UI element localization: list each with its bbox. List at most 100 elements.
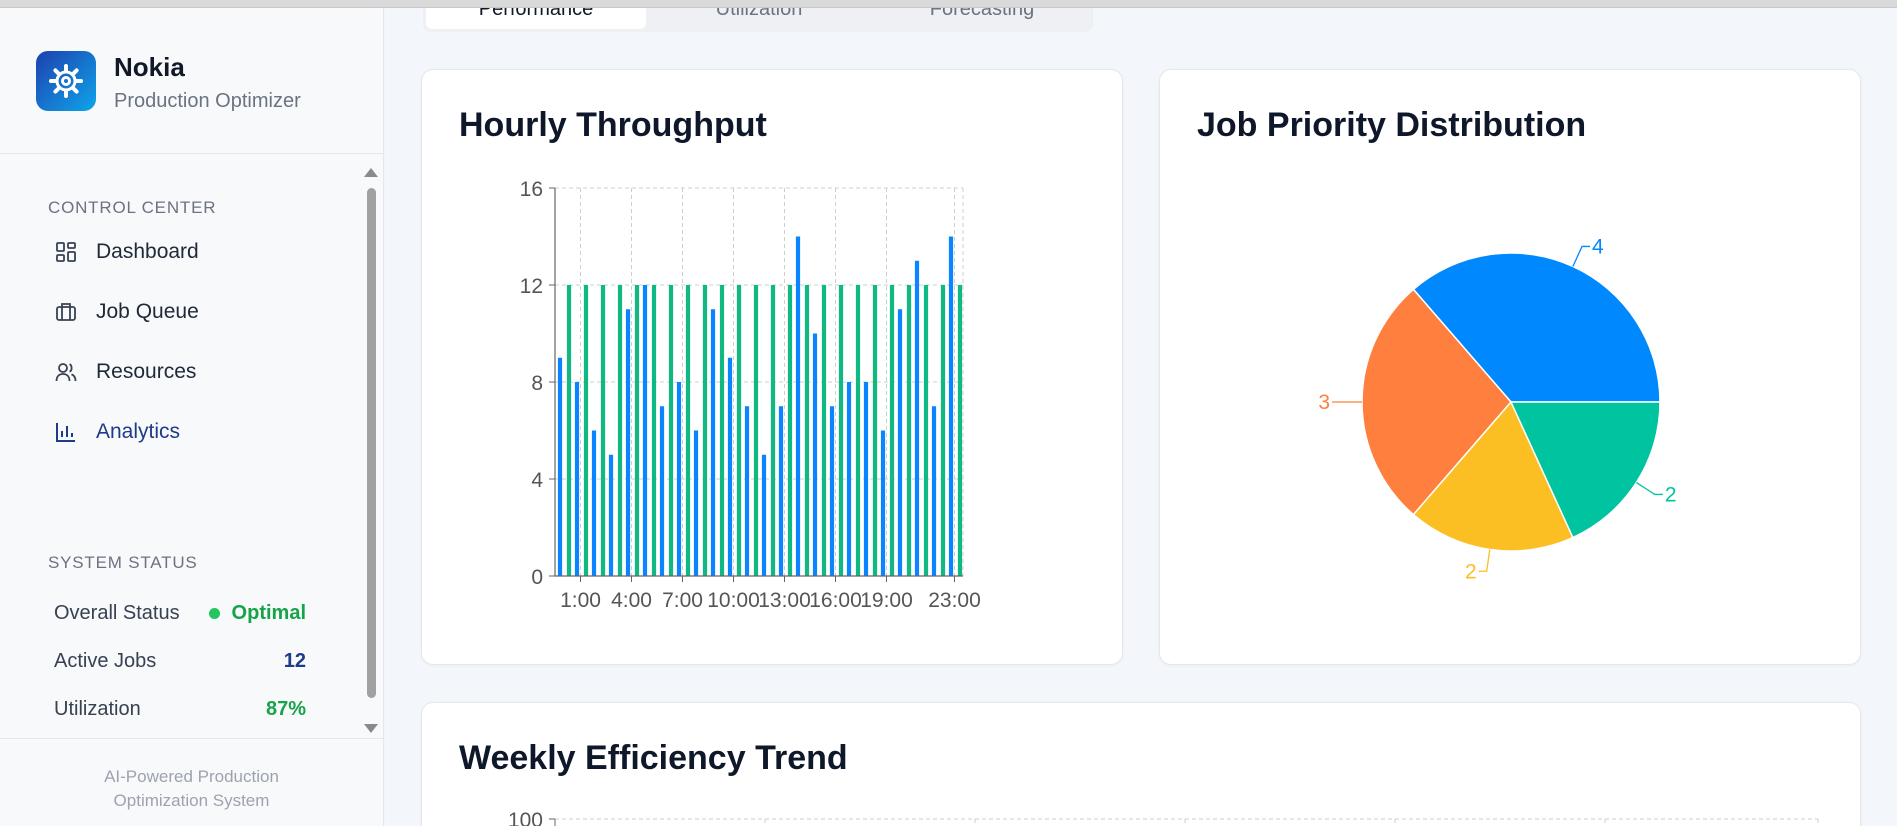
sidebar-scrollbar[interactable]	[362, 158, 380, 738]
bar	[702, 285, 708, 576]
x-tick-label: 7:00	[662, 589, 703, 612]
bar	[821, 285, 827, 576]
pie-label: 2	[1665, 483, 1677, 506]
sidebar-item-job-queue[interactable]: Job Queue	[54, 294, 199, 330]
bar	[872, 285, 878, 576]
status-label: Utilization	[54, 698, 141, 720]
bar	[710, 309, 716, 576]
pie-label: 2	[1465, 560, 1477, 583]
sidebar-footer: AI-Powered Production Optimization Syste…	[0, 738, 383, 826]
x-tick-label: 10:00	[707, 589, 760, 612]
bar	[642, 285, 648, 576]
bar	[668, 285, 674, 576]
bar	[625, 309, 631, 576]
bar	[659, 406, 665, 576]
bar	[897, 309, 903, 576]
scroll-up-arrow-icon[interactable]	[364, 168, 378, 177]
priority-pie-chart: 4 3 2 2	[1318, 235, 1677, 583]
sidebar-item-resources[interactable]: Resources	[54, 354, 196, 390]
sidebar: Nokia Production Optimizer CONTROL CENTE…	[0, 8, 384, 826]
y-tick-label: 100	[508, 809, 543, 826]
bar	[787, 285, 793, 576]
bar	[855, 285, 861, 576]
bar	[923, 285, 929, 576]
pie-leader-line	[1478, 549, 1491, 572]
x-tick-label: 1:00	[560, 589, 601, 612]
pie-label: 4	[1592, 235, 1604, 258]
bar	[608, 454, 614, 576]
sidebar-item-label: Dashboard	[96, 240, 199, 263]
bar	[685, 285, 691, 576]
footer-line: AI-Powered Production	[104, 767, 279, 786]
bar	[906, 285, 912, 576]
bar	[880, 430, 886, 576]
bar	[617, 285, 623, 576]
status-label: Active Jobs	[54, 650, 157, 672]
sidebar-item-analytics[interactable]: Analytics	[54, 414, 180, 450]
brand-subtitle: Production Optimizer	[114, 90, 301, 112]
throughput-chart: 0 4 8 12 16 1:00 4:00 7:00 10:0013:0016:0019:00 2…	[520, 178, 981, 612]
bar	[863, 382, 869, 576]
status-label: Overall Status	[54, 602, 180, 624]
status-row-active-jobs: Active Jobs 12	[54, 650, 306, 673]
throughput-card: Hourly Throughput 0 4 8 12 16 1:00 4:00 7:00 10:…	[421, 69, 1123, 665]
bar	[770, 285, 776, 576]
bar	[889, 285, 895, 576]
main-content: Performance Utilization Forecasting Hour…	[385, 0, 1897, 826]
x-tick-label: 4:00	[611, 589, 652, 612]
x-tick-label: 19:00	[860, 589, 913, 612]
bar	[948, 236, 954, 576]
footer-line: Optimization System	[113, 791, 270, 810]
scroll-down-arrow-icon[interactable]	[364, 724, 378, 733]
bar	[804, 285, 810, 576]
bar	[574, 382, 580, 576]
scroll-thumb[interactable]	[367, 188, 376, 698]
weekly-card: Weekly Efficiency Trend 100	[421, 702, 1861, 826]
bar	[829, 406, 835, 576]
users-icon	[54, 360, 78, 384]
sidebar-item-label: Job Queue	[96, 300, 199, 323]
priority-card: Job Priority Distribution 4322	[1159, 69, 1861, 665]
y-tick-label: 12	[520, 275, 543, 298]
bar	[693, 430, 699, 576]
bar	[557, 357, 563, 576]
pie-leader-line	[1635, 482, 1663, 496]
bar	[940, 285, 946, 576]
active-jobs-value: 12	[283, 650, 306, 672]
pie-leader-line	[1572, 245, 1591, 267]
status-row-utilization: Utilization 87%	[54, 698, 306, 721]
status-row-overall: Overall Status Optimal	[54, 602, 306, 625]
bar	[753, 285, 759, 576]
bar	[744, 406, 750, 576]
sidebar-item-dashboard[interactable]: Dashboard	[54, 234, 199, 270]
x-tick-label: 16:00	[809, 589, 862, 612]
y-tick-label: 4	[531, 469, 543, 492]
pie-label: 3	[1318, 391, 1330, 414]
bar-chart-icon	[54, 420, 78, 444]
status-badge: Optimal	[208, 602, 306, 625]
browser-top-edge	[0, 0, 1897, 8]
bar	[761, 454, 767, 576]
x-tick-label: 23:00	[928, 589, 981, 612]
bar	[812, 333, 818, 576]
bar	[600, 285, 606, 576]
utilization-value: 87%	[265, 698, 306, 720]
bar	[778, 406, 784, 576]
bar	[727, 357, 733, 576]
bar	[736, 285, 742, 576]
bar	[583, 285, 589, 576]
x-tick-label: 13:00	[758, 589, 811, 612]
bar	[634, 285, 640, 576]
brand-header: Nokia Production Optimizer	[0, 8, 383, 154]
y-tick-label: 16	[520, 178, 543, 201]
y-tick-label: 0	[531, 566, 543, 589]
y-tick-label: 8	[531, 372, 543, 395]
sidebar-item-label: Resources	[96, 360, 197, 383]
brand-name: Nokia	[114, 52, 185, 82]
bar	[838, 285, 844, 576]
briefcase-icon	[54, 300, 78, 324]
bar	[914, 260, 920, 576]
nav-section-title: CONTROL CENTER	[48, 198, 217, 217]
bar	[676, 382, 682, 576]
gear-icon	[36, 51, 96, 111]
